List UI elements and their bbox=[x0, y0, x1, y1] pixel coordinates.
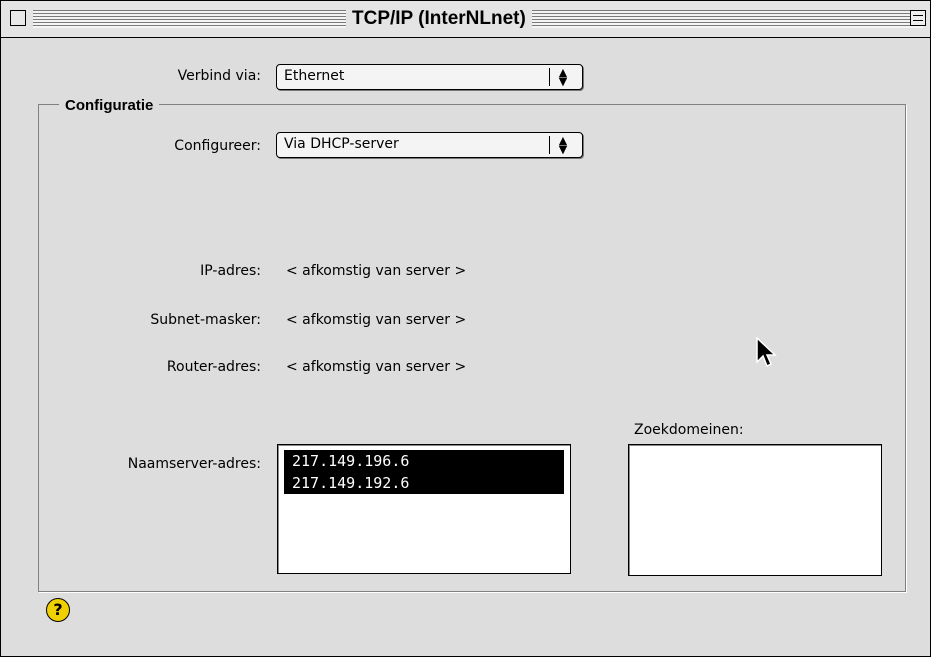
zoom-box-icon[interactable] bbox=[910, 10, 926, 26]
close-box-icon[interactable] bbox=[10, 10, 26, 26]
popup-arrows-icon: ▲ ▼ bbox=[549, 67, 576, 87]
subnet-mask-value: < afkomstig van server > bbox=[286, 312, 467, 328]
nameserver-label: Naamserver-adres: bbox=[127, 456, 261, 472]
search-domains-label: Zoekdomeinen: bbox=[634, 422, 744, 438]
mouse-pointer-icon bbox=[756, 337, 777, 368]
popup-arrows-icon: ▲ ▼ bbox=[549, 135, 576, 155]
router-address-value: < afkomstig van server > bbox=[286, 359, 467, 375]
configure-label: Configureer: bbox=[174, 138, 261, 154]
ip-address-label: IP-adres: bbox=[200, 263, 261, 279]
search-domains-list[interactable] bbox=[628, 444, 882, 576]
configure-popup[interactable]: Via DHCP-server ▲ ▼ bbox=[276, 132, 583, 158]
connect-via-value: Ethernet bbox=[284, 68, 345, 84]
list-item[interactable]: 217.149.192.6 bbox=[284, 472, 564, 494]
help-icon[interactable]: ? bbox=[46, 598, 70, 622]
list-item[interactable]: 217.149.196.6 bbox=[284, 450, 564, 472]
tcpip-window: TCP/IP (InterNLnet) Verbind via: Etherne… bbox=[0, 0, 931, 657]
configuration-group-title: Configuratie bbox=[59, 97, 160, 114]
router-address-label: Router-adres: bbox=[166, 359, 261, 375]
title-bar[interactable]: TCP/IP (InterNLnet) bbox=[1, 1, 930, 38]
nameserver-list[interactable]: 217.149.196.6 217.149.192.6 bbox=[277, 444, 571, 574]
connect-via-popup[interactable]: Ethernet ▲ ▼ bbox=[276, 64, 583, 90]
ip-address-value: < afkomstig van server > bbox=[286, 263, 467, 279]
configure-value: Via DHCP-server bbox=[284, 136, 399, 152]
subnet-mask-label: Subnet-masker: bbox=[150, 312, 261, 328]
connect-via-label: Verbind via: bbox=[177, 68, 261, 84]
window-title: TCP/IP (InterNLnet) bbox=[346, 6, 532, 32]
